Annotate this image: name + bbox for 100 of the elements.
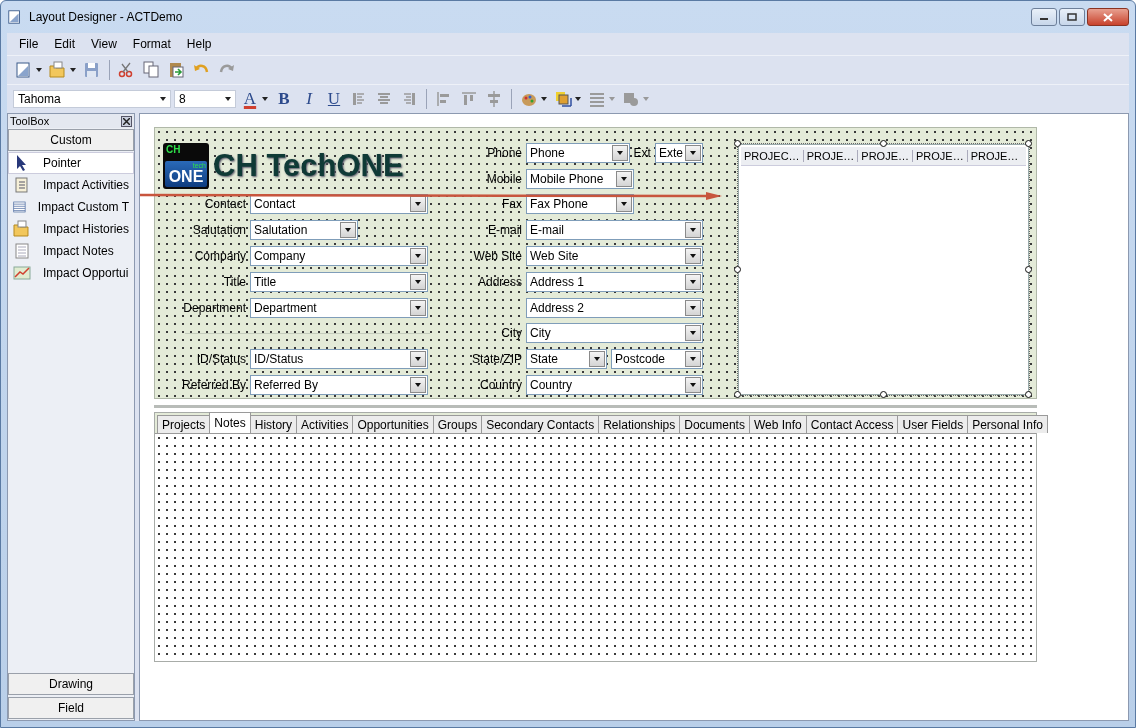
close-button[interactable]	[1087, 8, 1129, 26]
close-button[interactable]	[121, 115, 132, 127]
dropdown-button[interactable]	[685, 222, 701, 239]
column-header[interactable]: PROJEC…	[741, 150, 804, 162]
combo-box[interactable]: State	[526, 349, 607, 370]
dropdown-button[interactable]	[685, 273, 701, 290]
tab[interactable]: Notes	[209, 412, 251, 433]
toolbar-button[interactable]	[47, 60, 78, 80]
combo-box[interactable]: Country	[526, 375, 703, 396]
format-button[interactable]: A	[239, 88, 270, 110]
caret-icon	[621, 202, 627, 207]
dropdown-button[interactable]	[410, 248, 426, 265]
dropdown-button[interactable]	[685, 248, 701, 265]
align-icon	[485, 90, 503, 108]
layers-icon	[554, 90, 572, 108]
resize-handle[interactable]	[734, 140, 741, 147]
menu-item[interactable]: Format	[124, 35, 179, 53]
dropdown-button[interactable]	[410, 273, 426, 290]
format-button[interactable]: U	[323, 88, 345, 110]
field-label: State/ZIP	[470, 352, 523, 367]
combo-box[interactable]: Phone	[526, 142, 630, 163]
tab[interactable]: Relationships	[598, 415, 681, 433]
dropdown-button[interactable]	[589, 351, 605, 368]
maximize-button[interactable]	[1059, 8, 1085, 26]
resize-handle[interactable]	[734, 265, 741, 273]
tab[interactable]: Projects	[157, 415, 211, 433]
dropdown-button[interactable]	[685, 351, 701, 368]
dropdown-button[interactable]	[340, 222, 356, 239]
tab[interactable]: Activities	[296, 415, 354, 433]
toolbox-item[interactable]: Impact Histories	[8, 218, 134, 240]
dropdown-button[interactable]	[410, 377, 426, 394]
font-size-field[interactable]: 8	[174, 90, 236, 108]
section-button[interactable]: Drawing	[8, 673, 134, 695]
tab[interactable]: Contact Access	[805, 415, 899, 433]
dropdown-button[interactable]	[685, 144, 701, 161]
tab[interactable]: Groups	[432, 415, 483, 433]
caret-icon	[690, 305, 696, 310]
dropdown-button[interactable]	[611, 144, 628, 161]
minimize-button[interactable]	[1031, 8, 1057, 26]
combo-box[interactable]: E-mail	[526, 220, 703, 241]
caret-icon	[621, 176, 627, 181]
tab[interactable]: History	[249, 415, 298, 433]
combo-box[interactable]: Referred By	[250, 375, 428, 396]
tab[interactable]: Web Info	[748, 415, 807, 433]
resize-handle[interactable]	[1025, 140, 1032, 147]
tab[interactable]: Documents	[679, 415, 750, 433]
combo-box[interactable]: Exte	[654, 142, 703, 163]
close-icon	[123, 117, 130, 125]
toolbox-item[interactable]: Impact Custom T	[8, 196, 134, 218]
tab[interactable]: Personal Info	[967, 415, 1048, 433]
dropdown-button[interactable]	[685, 325, 701, 342]
column-header[interactable]: PROJE…	[858, 150, 913, 162]
resize-handle[interactable]	[879, 140, 887, 147]
toolbox-item[interactable]: Impact Activities	[8, 174, 134, 196]
combo-box[interactable]: Mobile Phone	[526, 168, 634, 189]
format-button[interactable]: I	[298, 88, 320, 110]
caret-icon	[345, 228, 351, 233]
toolbar-button[interactable]	[13, 60, 44, 80]
tab[interactable]: User Fields	[897, 415, 969, 433]
combo-box[interactable]: Title	[250, 271, 428, 292]
caret-icon	[415, 254, 421, 259]
combo-box[interactable]: Address 2	[526, 297, 703, 318]
tab[interactable]: Opportunities	[352, 415, 434, 433]
dropdown-button[interactable]	[616, 170, 632, 187]
resize-handle[interactable]	[1025, 391, 1032, 398]
resize-handle[interactable]	[734, 391, 741, 398]
combo-box[interactable]: Company	[250, 246, 428, 267]
dropdown-button[interactable]	[410, 299, 426, 316]
dropdown-button[interactable]	[685, 377, 701, 394]
toolbox-item[interactable]: Impact Notes	[8, 240, 134, 262]
section-button[interactable]: Field	[8, 697, 134, 719]
close-icon	[1103, 12, 1113, 22]
resize-handle[interactable]	[879, 391, 887, 398]
menu-item[interactable]: View	[83, 35, 125, 53]
combo-box[interactable]: Department	[250, 297, 428, 318]
window-title: Layout Designer - ACTDemo	[29, 10, 184, 24]
combo-box[interactable]: City	[526, 323, 703, 344]
combo-box[interactable]: Postcode	[611, 349, 703, 370]
column-header[interactable]: PROJE…	[913, 150, 968, 162]
menu-item[interactable]: Help	[178, 35, 220, 53]
menu-item[interactable]: Edit	[46, 35, 84, 53]
font-field[interactable]: Tahoma	[13, 90, 171, 108]
menu-item[interactable]: File	[11, 35, 47, 53]
tab[interactable]: Secondary Contacts	[481, 415, 600, 433]
field-label: E-mail	[487, 223, 523, 238]
combo-box[interactable]: ID/Status	[250, 349, 428, 370]
resize-handle[interactable]	[1025, 265, 1032, 273]
combo-box[interactable]: Address 1	[526, 271, 703, 292]
dropdown-button[interactable]	[685, 299, 701, 316]
combo-box[interactable]: Web Site	[526, 246, 703, 267]
list-box[interactable]: PROJEC… PROJE… PROJE… PROJE… PROJE…	[738, 144, 1029, 395]
combo-box[interactable]: Salutation	[250, 220, 358, 241]
dropdown-button[interactable]	[410, 351, 426, 368]
column-header[interactable]: PROJE…	[967, 150, 1022, 162]
toolbox-item[interactable]: Pointer	[8, 152, 134, 174]
column-header[interactable]: PROJE…	[803, 150, 859, 162]
field-label: Contact	[203, 197, 247, 212]
format-button[interactable]: B	[273, 88, 295, 110]
toolbox-item[interactable]: Impact Opportui	[8, 262, 134, 284]
section-button[interactable]: Custom	[8, 129, 134, 151]
